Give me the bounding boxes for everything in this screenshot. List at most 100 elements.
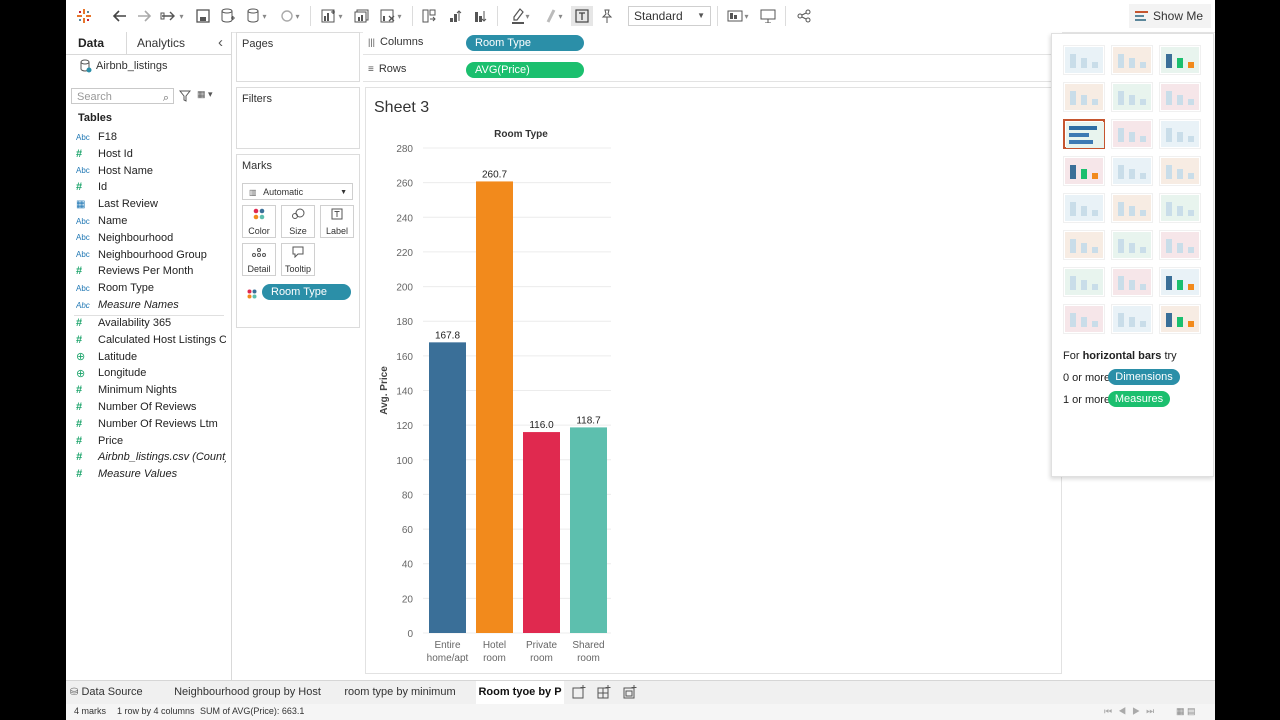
filters-card[interactable]: Filters <box>236 87 360 149</box>
size-button[interactable]: Size <box>281 205 315 238</box>
field-item[interactable]: ⊕ Longitude <box>76 365 226 381</box>
new-dashboard-icon[interactable] <box>597 685 611 704</box>
chart-type-thumbnail[interactable] <box>1063 82 1105 112</box>
sheet-sorter-icon[interactable]: ▦ ▤ <box>1176 706 1196 717</box>
data-source-tab[interactable]: ⛁ Data Source <box>70 681 166 705</box>
presentation-mode-icon[interactable] <box>759 6 777 26</box>
sheet-navigation-icon[interactable]: ⏮◀▶⏭ <box>1104 706 1160 717</box>
bar[interactable] <box>476 181 513 633</box>
field-item[interactable]: # Host Id <box>76 146 226 162</box>
duplicate-sheet-icon[interactable] <box>352 6 372 26</box>
show-me-button[interactable]: Show Me <box>1129 4 1211 28</box>
chart-type-thumbnail[interactable] <box>1063 193 1105 223</box>
mark-type-select[interactable]: ▥ Automatic ▼ <box>242 183 353 200</box>
field-item[interactable]: # Minimum Nights <box>76 382 226 398</box>
label-button[interactable]: Label <box>320 205 354 238</box>
group-members-icon[interactable]: ▾ <box>542 6 566 26</box>
rows-shelf[interactable]: ≡ Rows AVG(Price) <box>363 59 1062 82</box>
chart-type-thumbnail[interactable] <box>1111 45 1153 75</box>
field-item[interactable]: Abc Measure Names <box>76 297 226 313</box>
chart-type-thumbnail[interactable] <box>1063 267 1105 297</box>
field-item[interactable]: # Id <box>76 179 226 195</box>
field-item[interactable]: # Price <box>76 433 226 449</box>
chart-type-thumbnail[interactable] <box>1111 267 1153 297</box>
field-item[interactable]: # Number Of Reviews Ltm <box>76 416 226 432</box>
view-options-icon[interactable]: ▦ ▾ <box>197 89 213 100</box>
bar[interactable] <box>570 427 607 633</box>
chart-type-thumbnail[interactable] <box>1159 45 1201 75</box>
pages-card[interactable]: Pages <box>236 32 360 82</box>
new-story-icon[interactable] <box>623 685 637 704</box>
new-worksheet-icon[interactable]: ▾ <box>318 6 346 26</box>
filter-fields-icon[interactable] <box>178 89 192 107</box>
pause-updates-icon[interactable]: ▾ <box>244 6 270 26</box>
refresh-icon[interactable]: ▾ <box>277 6 303 26</box>
field-item[interactable]: Abc Host Name <box>76 163 226 179</box>
field-item[interactable]: # Calculated Host Listings C... <box>76 332 226 348</box>
field-item[interactable]: # Airbnb_listings.csv (Count) <box>76 449 226 465</box>
field-item[interactable]: # Availability 365 <box>76 315 226 331</box>
field-item[interactable]: Abc Room Type <box>76 280 226 296</box>
collapse-pane-icon[interactable]: ‹ <box>218 32 223 54</box>
rows-pill-avg-price[interactable]: AVG(Price) <box>466 62 584 78</box>
chart-type-thumbnail[interactable] <box>1159 82 1201 112</box>
field-item[interactable]: Abc Name <box>76 213 226 229</box>
sheet-tab-active[interactable]: Room tyoe by P <box>476 681 564 705</box>
fit-select[interactable]: Standard ▼ <box>628 6 711 26</box>
detail-button[interactable]: Detail <box>242 243 276 276</box>
data-source-item[interactable]: Airbnb_listings <box>80 59 168 73</box>
chart-type-thumbnail[interactable] <box>1159 193 1201 223</box>
field-item[interactable]: ⊕ Latitude <box>76 349 226 365</box>
save-icon[interactable] <box>194 6 212 26</box>
bar[interactable] <box>523 432 560 633</box>
sheet-tab[interactable]: Neighbourhood group by Host list <box>170 681 325 720</box>
chart-type-thumbnail[interactable] <box>1111 304 1153 334</box>
tableau-logo-icon[interactable] <box>75 6 93 26</box>
new-worksheet-tab-icon[interactable] <box>572 685 586 704</box>
field-item[interactable]: ▦ Last Review <box>76 196 226 212</box>
sheet-tab[interactable]: room type by minimum nights <box>331 681 469 720</box>
chart-type-thumbnail[interactable] <box>1111 156 1153 186</box>
chart-type-thumbnail[interactable] <box>1063 304 1105 334</box>
fix-axes-pin-icon[interactable] <box>598 6 616 26</box>
chart-type-thumbnail[interactable] <box>1063 156 1105 186</box>
columns-shelf[interactable]: ||| Columns Room Type <box>363 32 1062 55</box>
field-search-input[interactable]: Search ⌕ <box>71 88 174 104</box>
clear-sheet-icon[interactable]: ▾ <box>377 6 405 26</box>
tab-data[interactable]: Data <box>78 32 104 54</box>
chart-type-thumbnail[interactable] <box>1063 230 1105 260</box>
undo-icon[interactable] <box>110 6 128 26</box>
redo-icon[interactable] <box>136 6 154 26</box>
field-item[interactable]: # Measure Values <box>76 466 226 482</box>
field-item[interactable]: # Number Of Reviews <box>76 399 226 415</box>
chart-type-thumbnail[interactable] <box>1063 45 1105 75</box>
sort-descending-icon[interactable] <box>471 6 489 26</box>
chart-type-thumbnail[interactable] <box>1159 230 1201 260</box>
replay-animation-icon[interactable]: ▾ <box>160 6 184 26</box>
chart-type-thumbnail[interactable] <box>1159 156 1201 186</box>
chart-type-thumbnail[interactable] <box>1159 267 1201 297</box>
chart-type-thumbnail[interactable] <box>1159 304 1201 334</box>
field-item[interactable]: # Reviews Per Month <box>76 263 226 279</box>
tooltip-button[interactable]: Tooltip <box>281 243 315 276</box>
color-button[interactable]: Color <box>242 205 276 238</box>
show-cards-icon[interactable]: ▾ <box>725 6 751 26</box>
chart-type-horizontal-bars[interactable] <box>1063 119 1105 149</box>
chart-type-thumbnail[interactable] <box>1111 82 1153 112</box>
bar[interactable] <box>429 342 466 633</box>
new-data-source-icon[interactable] <box>219 6 237 26</box>
color-pill-room-type[interactable]: Room Type <box>262 284 351 300</box>
chart-type-thumbnail[interactable] <box>1111 193 1153 223</box>
share-icon[interactable] <box>795 6 813 26</box>
sort-ascending-icon[interactable] <box>446 6 464 26</box>
field-item[interactable]: Abc Neighbourhood <box>76 230 226 246</box>
highlight-icon[interactable]: ▾ <box>508 6 534 26</box>
chart-type-thumbnail[interactable] <box>1111 230 1153 260</box>
tab-analytics[interactable]: Analytics <box>137 32 185 54</box>
field-item[interactable]: Abc F18 <box>76 129 226 145</box>
chart-type-thumbnail[interactable] <box>1159 119 1201 149</box>
show-mark-labels-icon[interactable] <box>571 6 593 26</box>
chart-type-thumbnail[interactable] <box>1111 119 1153 149</box>
columns-pill-room-type[interactable]: Room Type <box>466 35 584 51</box>
field-item[interactable]: Abc Neighbourhood Group <box>76 247 226 263</box>
